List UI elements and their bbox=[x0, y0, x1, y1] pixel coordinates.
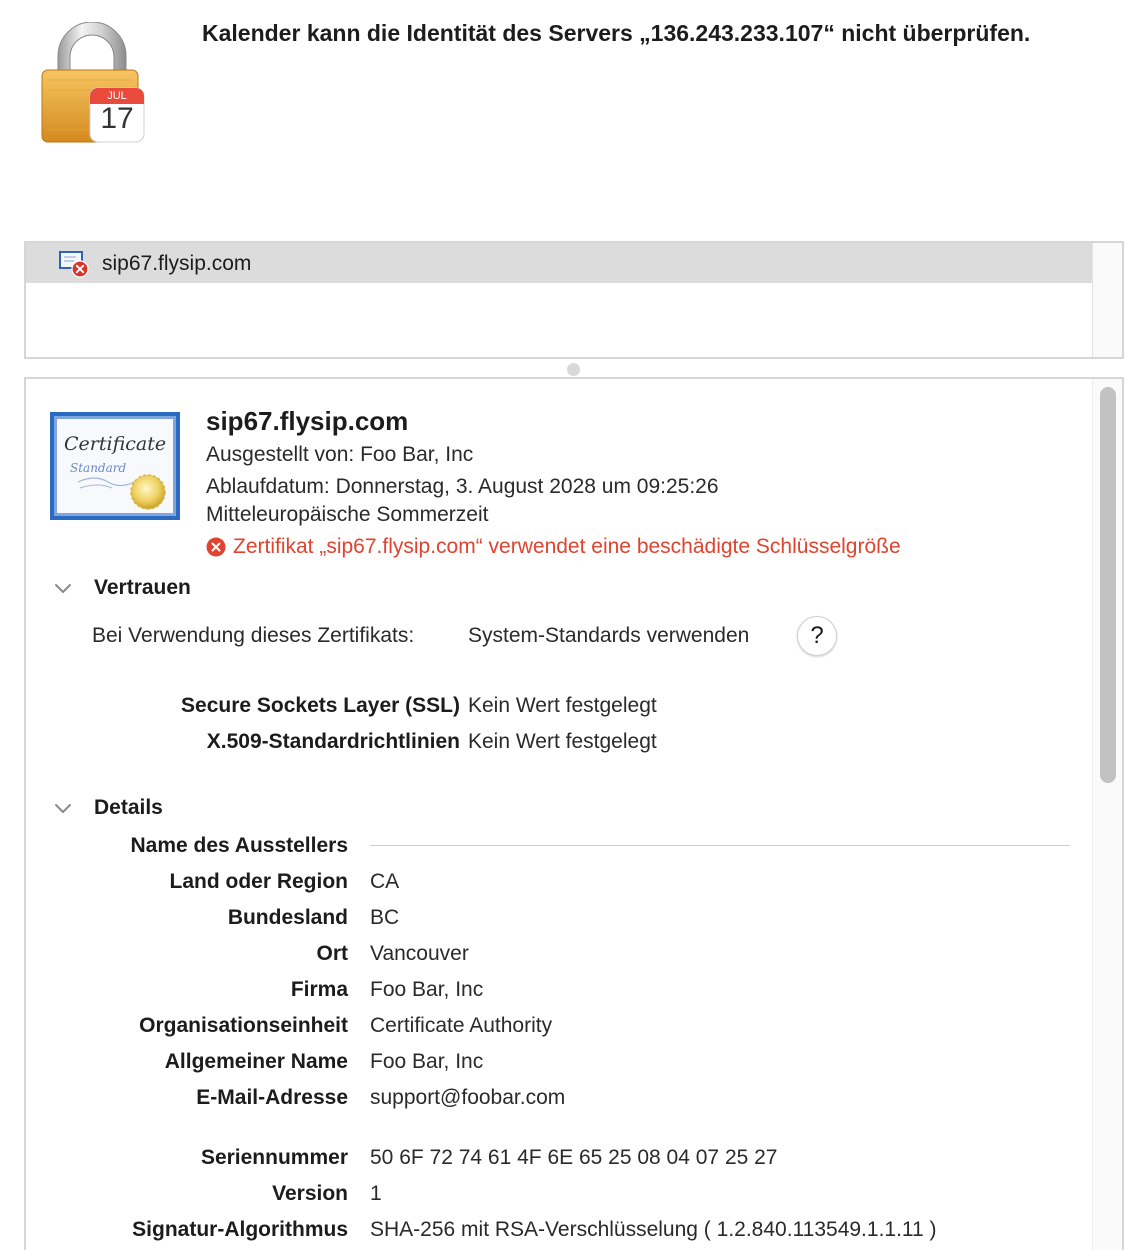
certificate-error-text: Zertifikat „sip67.flysip.com“ verwendet … bbox=[233, 535, 901, 558]
error-icon bbox=[206, 537, 226, 557]
calendar-month: JUL bbox=[107, 90, 127, 102]
help-button[interactable]: ? bbox=[797, 616, 837, 656]
policy-label-x509: X.509-Standardrichtlinien bbox=[206, 730, 460, 753]
policy-value-x509[interactable]: Kein Wert festgelegt bbox=[468, 730, 657, 754]
detail-label-org-unit: Organisationseinheit bbox=[139, 1014, 348, 1037]
certificate-icon-subtitle: Standard bbox=[70, 461, 126, 475]
certificate-name: sip67.flysip.com bbox=[206, 406, 409, 436]
detail-value-common-name: Foo Bar, Inc bbox=[370, 1050, 484, 1073]
detail-label-email: E-Mail-Adresse bbox=[196, 1086, 348, 1109]
split-view-handle[interactable] bbox=[567, 363, 580, 376]
detail-label-signature-algorithm: Signatur-Algorithmus bbox=[132, 1218, 348, 1241]
details-section-toggle[interactable]: Details bbox=[54, 796, 163, 820]
list-scrollbar[interactable] bbox=[1092, 243, 1122, 357]
certificate-issuer: Ausgestellt von: Foo Bar, Inc bbox=[206, 443, 474, 466]
policy-label-ssl: Secure Sockets Layer (SSL) bbox=[181, 694, 460, 717]
list-item-label: sip67.flysip.com bbox=[102, 252, 252, 275]
trust-section-title: Vertrauen bbox=[94, 576, 191, 599]
certificate-detail-panel: Certificate Standard sip67.flysip.com Au… bbox=[24, 377, 1124, 1250]
details-section-title: Details bbox=[94, 796, 163, 819]
detail-label-state: Bundesland bbox=[227, 906, 348, 929]
certificate-icon-title: Certificate bbox=[64, 433, 166, 455]
certificate-error: Zertifikat „sip67.flysip.com“ verwendet … bbox=[206, 535, 901, 559]
detail-value-signature-algorithm: SHA-256 mit RSA-Verschlüsselung ( 1.2.84… bbox=[370, 1218, 937, 1241]
chevron-down-icon bbox=[55, 584, 71, 593]
detail-label-serial: Seriennummer bbox=[200, 1146, 348, 1169]
detail-value-locality: Vancouver bbox=[370, 942, 469, 965]
scrollbar-thumb[interactable] bbox=[1100, 387, 1116, 783]
certificate-error-icon bbox=[59, 251, 89, 278]
detail-label-common-name: Allgemeiner Name bbox=[164, 1050, 348, 1073]
certificate-expiry: Ablaufdatum: Donnerstag, 3. August 2028 … bbox=[206, 475, 719, 498]
trust-section-toggle[interactable]: Vertrauen bbox=[54, 576, 191, 600]
detail-value-version: 1 bbox=[370, 1182, 382, 1205]
detail-value-state: BC bbox=[370, 906, 400, 929]
trust-usage-select[interactable]: System-Standards verwenden bbox=[468, 624, 749, 648]
issuer-heading: Name des Ausstellers bbox=[130, 834, 349, 857]
certificate-icon: Certificate Standard bbox=[50, 412, 180, 520]
detail-value-organization: Foo Bar, Inc bbox=[370, 978, 484, 1001]
detail-value-org-unit: Certificate Authority bbox=[370, 1014, 553, 1037]
detail-value-country: CA bbox=[370, 870, 400, 893]
detail-value-email: support@foobar.com bbox=[370, 1086, 566, 1109]
divider bbox=[370, 845, 1070, 846]
detail-label-country: Land oder Region bbox=[169, 870, 349, 893]
detail-label-version: Version bbox=[272, 1182, 348, 1205]
certificate-expiry-timezone: Mitteleuropäische Sommerzeit bbox=[206, 503, 489, 526]
calendar-day: 17 bbox=[100, 102, 134, 135]
trust-usage-label: Bei Verwendung dieses Zertifikats: bbox=[92, 624, 415, 647]
policy-value-ssl[interactable]: Kein Wert festgelegt bbox=[468, 694, 657, 718]
list-item[interactable]: sip67.flysip.com bbox=[26, 243, 1094, 283]
detail-scrollbar[interactable] bbox=[1092, 379, 1122, 1250]
detail-label-organization: Firma bbox=[290, 978, 348, 1001]
chevron-down-icon bbox=[55, 804, 71, 813]
detail-label-locality: Ort bbox=[316, 942, 349, 965]
page-title: Kalender kann die Identität des Servers … bbox=[202, 20, 1031, 46]
certificate-list[interactable]: sip67.flysip.com bbox=[24, 241, 1124, 359]
detail-value-serial: 50 6F 72 74 61 4F 6E 65 25 08 04 07 25 2… bbox=[370, 1146, 778, 1169]
